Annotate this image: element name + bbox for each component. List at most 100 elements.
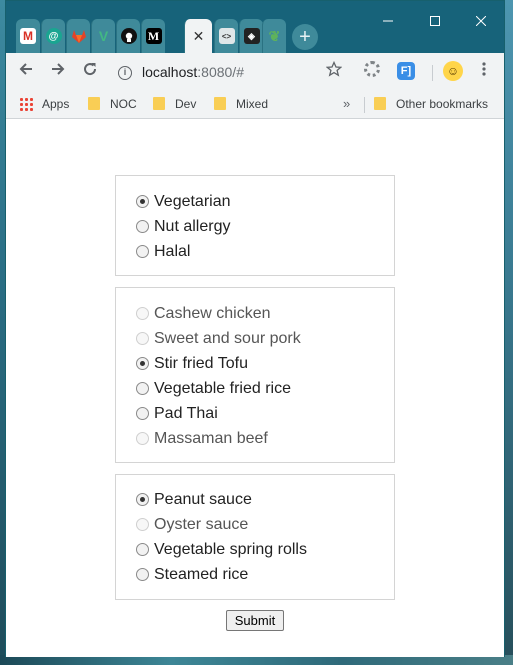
option-label: Nut allergy [154,217,231,235]
option-label: Steamed rice [154,565,249,583]
tab-github[interactable] [116,19,140,53]
option-label: Cashew chicken [154,304,271,322]
radio-button [136,332,149,345]
option-vegetarian[interactable]: Vegetarian [116,189,394,214]
bookmark-noc[interactable]: NOC [88,89,137,119]
tab-code[interactable]: <> [214,19,238,53]
option-label: Vegetarian [154,192,231,210]
tab-medium[interactable]: M [141,19,165,53]
browser-window: M @ V M ✕ <> ◈ ❦ + i localhost:8080/# F]… [5,0,505,657]
tab-leaf[interactable]: ❦ [262,19,286,53]
folder-icon [214,97,226,111]
option-label: Oyster sauce [154,515,249,533]
at-sign-icon: @ [45,28,62,44]
option-cashew-chicken: Cashew chicken [116,301,394,326]
radio-button[interactable] [136,407,149,420]
tab-vue[interactable]: V [91,19,115,53]
close-icon[interactable]: ✕ [191,28,207,44]
dietary-fieldset: Vegetarian Nut allergy Halal [115,175,395,276]
browser-toolbar: i localhost:8080/# F] ☺ [6,53,504,89]
option-label: Peanut sauce [154,490,252,508]
tab-active[interactable]: ✕ [184,19,212,53]
extension-f-icon[interactable]: F] [397,62,415,80]
menu-kebab-icon[interactable] [474,61,494,81]
desktop-background-right [505,0,513,665]
option-halal[interactable]: Halal [116,239,394,264]
option-label: Vegetable spring rolls [154,540,307,558]
close-window-button[interactable] [471,11,491,31]
radio-button[interactable] [136,568,149,581]
radio-button[interactable] [136,357,149,370]
bookmark-star-icon[interactable] [324,60,344,81]
option-oyster-sauce: Oyster sauce [116,512,394,537]
title-bar: M @ V M ✕ <> ◈ ❦ + [6,1,504,53]
github-icon [120,28,137,44]
radio-button[interactable] [136,220,149,233]
option-label: Halal [154,242,191,260]
option-steamed-rice[interactable]: Steamed rice [116,562,394,587]
new-tab-button[interactable]: + [292,24,318,50]
tab-at[interactable]: @ [41,19,65,53]
option-peanut-sauce[interactable]: Peanut sauce [116,487,394,512]
bookmarks-overflow-chevron[interactable]: » [343,89,350,119]
folder-icon [153,97,165,111]
submit-button[interactable]: Submit [226,610,284,631]
bookmark-label: Other bookmarks [396,97,489,111]
bookmark-label: Mixed [236,97,269,111]
bookmark-dev[interactable]: Dev [153,89,196,119]
folder-icon [88,97,100,111]
leaf-icon: ❦ [268,27,281,44]
radio-button[interactable] [136,493,149,506]
tab-codepen[interactable]: ◈ [239,19,263,53]
bookmarks-bar: Apps NOC Dev Mixed » Other bookmarks [6,89,504,119]
url-path: :8080/# [197,64,244,80]
option-label: Vegetable fried rice [154,379,291,397]
profile-avatar[interactable]: ☺ [443,61,463,81]
code-icon: <> [218,28,235,44]
option-sweet-and-sour-pork: Sweet and sour pork [116,326,394,351]
radio-button[interactable] [136,382,149,395]
radio-button [136,307,149,320]
option-vegetable-fried-rice[interactable]: Vegetable fried rice [116,376,394,401]
option-label: Stir fried Tofu [154,354,248,372]
url-host: localhost [142,64,198,80]
tab-gitlab[interactable] [66,19,90,53]
codepen-icon: ◈ [243,28,260,44]
bookmark-label: Apps [42,97,70,111]
option-massaman-beef: Massaman beef [116,426,394,451]
bookmark-mixed[interactable]: Mixed [214,89,268,119]
radio-button [136,432,149,445]
bookmark-label: NOC [110,97,137,111]
info-icon[interactable]: i [118,66,132,81]
bookmarks-separator [364,97,365,113]
option-label: Pad Thai [154,404,218,422]
gmail-icon: M [20,28,36,44]
radio-button [136,518,149,531]
address-bar[interactable]: i localhost:8080/# [118,61,348,83]
radio-button[interactable] [136,195,149,208]
back-button[interactable] [14,59,38,83]
maximize-button[interactable] [425,11,445,31]
option-stir-fried-tofu[interactable]: Stir fried Tofu [116,351,394,376]
medium-icon: M [145,28,162,44]
bookmark-apps[interactable]: Apps [19,89,69,119]
reload-button[interactable] [78,59,102,83]
page-content: Vegetarian Nut allergy Halal Cashew chic… [6,120,504,657]
radio-button[interactable] [136,543,149,556]
option-nut-allergy[interactable]: Nut allergy [116,214,394,239]
forward-button[interactable] [46,59,70,83]
bookmark-label: Dev [175,97,197,111]
toolbar-separator [432,65,433,81]
extension-dots-icon[interactable] [364,61,384,81]
gitlab-icon [71,28,87,44]
tab-gmail[interactable]: M [16,19,40,53]
minimize-button[interactable] [378,11,398,31]
main-dish-fieldset: Cashew chicken Sweet and sour pork Stir … [115,287,395,463]
option-label: Massaman beef [154,429,268,447]
radio-button[interactable] [136,245,149,258]
bookmark-other[interactable]: Other bookmarks [374,89,488,119]
option-vegetable-spring-rolls[interactable]: Vegetable spring rolls [116,537,394,562]
apps-grid-icon [19,96,33,111]
option-pad-thai[interactable]: Pad Thai [116,401,394,426]
sides-fieldset: Peanut sauce Oyster sauce Vegetable spri… [115,474,395,600]
